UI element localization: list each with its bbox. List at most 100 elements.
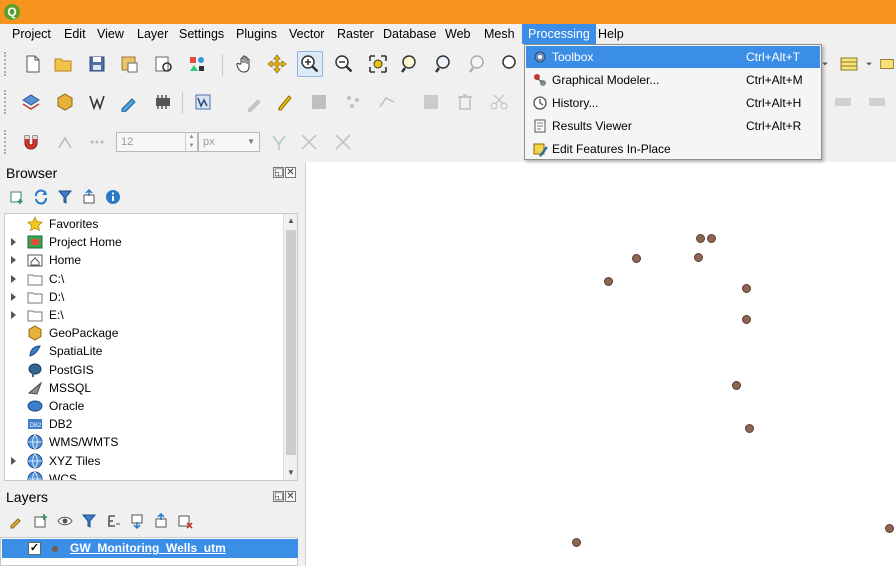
snap-segment-icon[interactable] [84, 129, 110, 155]
current-edits-icon[interactable] [242, 89, 268, 115]
save-as-icon[interactable] [116, 51, 142, 77]
attribute-table-icon[interactable] [836, 51, 862, 77]
browser-item-favorites[interactable]: Favorites [5, 215, 285, 233]
expand-arrow-icon[interactable] [11, 256, 16, 265]
style-layer-icon[interactable] [8, 512, 26, 530]
save-edits-icon[interactable] [306, 89, 332, 115]
vertex-tool-icon[interactable] [374, 89, 400, 115]
expand-arrow-icon[interactable] [11, 292, 16, 301]
remove-layer-icon[interactable] [176, 512, 194, 530]
processing-menu-item-history[interactable]: History... Ctrl+Alt+H [526, 92, 820, 114]
menu-view[interactable]: View [91, 24, 130, 44]
processing-menu-item-toolbox[interactable]: Toolbox Ctrl+Alt+T [526, 46, 820, 68]
zoom-in-icon[interactable] [297, 51, 323, 77]
data-source-manager-icon[interactable] [18, 89, 44, 115]
float-panel-button[interactable]: ◱ [273, 491, 284, 502]
menu-mesh[interactable]: Mesh [478, 24, 521, 44]
layer-notes-icon[interactable] [190, 89, 216, 115]
zoom-full-icon[interactable] [365, 51, 391, 77]
menu-vector[interactable]: Vector [283, 24, 330, 44]
snapping-magnet-icon[interactable] [18, 129, 44, 155]
browser-item-spatialite[interactable]: SpatiaLite [5, 342, 285, 360]
new-project-icon[interactable] [20, 51, 46, 77]
expand-arrow-icon[interactable] [11, 238, 16, 247]
expand-arrow-icon[interactable] [11, 456, 16, 465]
menu-project[interactable]: Project [6, 24, 57, 44]
filter-icon[interactable] [56, 188, 74, 206]
filter-expression-icon[interactable] [104, 512, 122, 530]
menu-database[interactable]: Database [377, 24, 443, 44]
save-project-icon[interactable] [84, 51, 110, 77]
pan-hand-icon[interactable] [232, 51, 258, 77]
processing-menu-item-results-viewer[interactable]: Results Viewer Ctrl+Alt+R [526, 115, 820, 137]
zoom-native-icon[interactable] [465, 51, 491, 77]
well-point-marker[interactable] [885, 524, 894, 533]
well-point-marker[interactable] [604, 277, 613, 286]
well-point-marker[interactable] [696, 234, 705, 243]
toolbar-handle[interactable] [4, 130, 8, 154]
expand-arrow-icon[interactable] [11, 311, 16, 319]
toolbar-handle[interactable] [4, 90, 8, 114]
well-point-marker[interactable] [707, 234, 716, 243]
menu-web[interactable]: Web [439, 24, 476, 44]
browser-scrollbar[interactable]: ▲ ▼ [283, 214, 297, 480]
layer-row[interactable]: ✓ GW_Monitoring_Wells_utm [2, 539, 298, 558]
browser-item-wms-wmts[interactable]: WMS/WMTS [5, 433, 285, 451]
modify-attributes-icon[interactable] [418, 89, 444, 115]
new-temporary-layer-icon[interactable] [150, 89, 176, 115]
add-group-icon[interactable] [32, 512, 50, 530]
zoom-last-icon[interactable] [497, 51, 523, 77]
scroll-down-button[interactable]: ▼ [284, 466, 297, 480]
cut-features-icon[interactable] [486, 89, 512, 115]
filter-legend-icon[interactable] [80, 512, 98, 530]
label-show-hide-icon[interactable] [864, 89, 890, 115]
menu-layer[interactable]: Layer [131, 24, 174, 44]
delete-selected-icon[interactable] [452, 89, 478, 115]
browser-item-d[interactable]: D:\ [5, 288, 285, 306]
well-point-marker[interactable] [742, 315, 751, 324]
label-tool-icon[interactable] [878, 51, 896, 77]
processing-menu-item-graphical-modeler[interactable]: Graphical Modeler... Ctrl+Alt+M [526, 69, 820, 91]
menu-settings[interactable]: Settings [173, 24, 230, 44]
scroll-up-button[interactable]: ▲ [284, 214, 297, 228]
info-icon[interactable] [104, 188, 122, 206]
collapse-all-icon[interactable] [80, 188, 98, 206]
menu-plugins[interactable]: Plugins [230, 24, 283, 44]
toolbar-handle[interactable] [4, 52, 8, 76]
manage-visibility-icon[interactable] [56, 512, 74, 530]
snap-intersection-icon[interactable] [296, 129, 322, 155]
menu-raster[interactable]: Raster [331, 24, 380, 44]
browser-item-db2[interactable]: DB2 DB2 [5, 415, 285, 433]
spin-arrows[interactable]: ▲ ▼ [185, 133, 197, 151]
expand-arrow-icon[interactable] [11, 274, 16, 283]
processing-menu-item-edit-features-in-place[interactable]: Edit Features In-Place [526, 138, 820, 160]
digitize-icon[interactable] [116, 89, 142, 115]
tracing-icon[interactable] [330, 129, 356, 155]
toggle-editing-icon[interactable] [272, 89, 298, 115]
layer-visibility-checkbox[interactable]: ✓ [28, 542, 41, 555]
browser-item-mssql[interactable]: MSSQL [5, 379, 285, 397]
toolbar-dropdown-icon[interactable] [862, 51, 876, 77]
well-point-marker[interactable] [572, 538, 581, 547]
new-shapefile-layer-icon[interactable] [84, 89, 110, 115]
topological-editing-icon[interactable] [266, 129, 292, 155]
add-selected-layers-icon[interactable] [8, 188, 26, 206]
zoom-to-selection-icon[interactable] [397, 51, 423, 77]
well-point-marker[interactable] [745, 424, 754, 433]
well-point-marker[interactable] [632, 254, 641, 263]
float-panel-button[interactable]: ◱ [273, 167, 284, 178]
snap-vertex-icon[interactable] [52, 129, 78, 155]
zoom-out-icon[interactable] [331, 51, 357, 77]
well-point-marker[interactable] [742, 284, 751, 293]
new-geopackage-layer-icon[interactable] [52, 89, 78, 115]
browser-item-wcs[interactable]: WCS [5, 470, 285, 480]
refresh-icon[interactable] [32, 188, 50, 206]
browser-item-xyz-tiles[interactable]: XYZ Tiles [5, 452, 285, 470]
add-point-feature-icon[interactable] [340, 89, 366, 115]
browser-item-geopackage[interactable]: GeoPackage [5, 324, 285, 342]
menu-help[interactable]: Help [592, 24, 630, 44]
browser-item-oracle[interactable]: Oracle [5, 397, 285, 415]
pan-to-selection-icon[interactable] [264, 51, 290, 77]
close-panel-button[interactable]: ✕ [285, 167, 296, 178]
close-panel-button[interactable]: ✕ [285, 491, 296, 502]
